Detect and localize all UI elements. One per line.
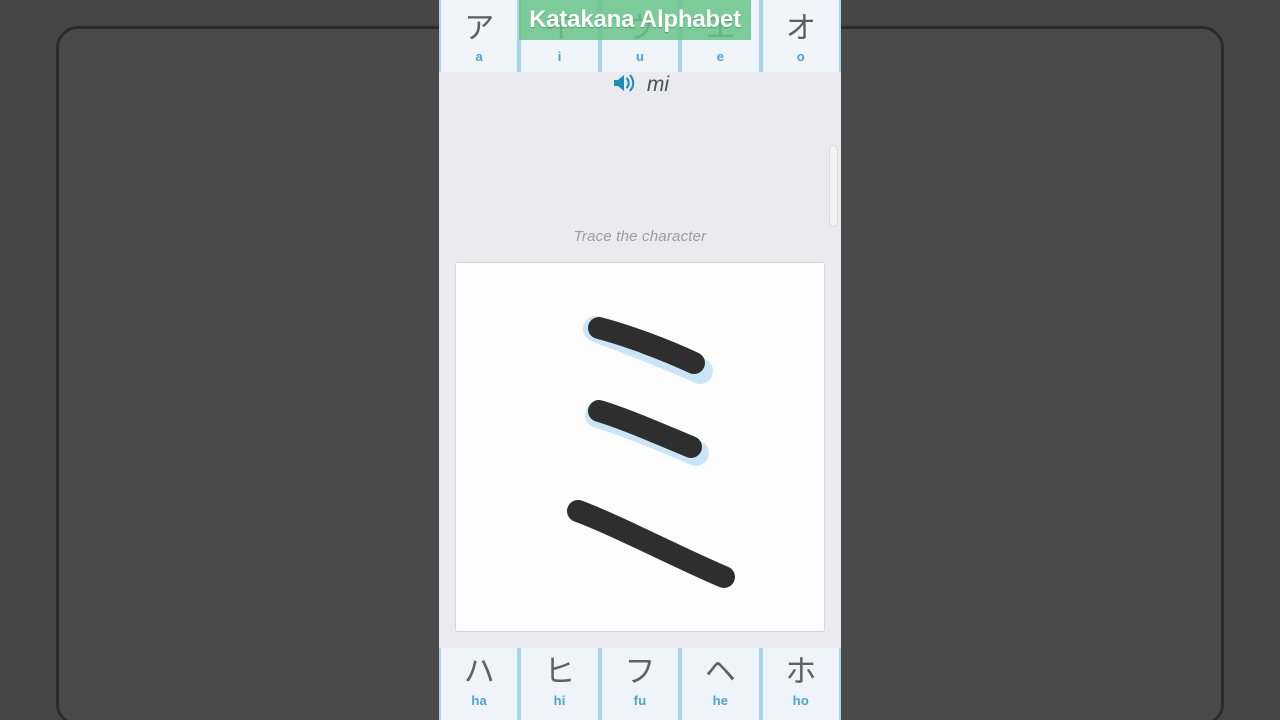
trace-instruction: Trace the character: [573, 228, 707, 245]
kana-glyph: ヘ: [704, 653, 736, 690]
kana-cell-he[interactable]: ヘ he: [680, 648, 761, 720]
speaker-volume-icon[interactable]: [611, 72, 637, 99]
kana-glyph: フ: [624, 653, 656, 690]
kana-glyph: ホ: [785, 653, 817, 690]
kana-cell-ho[interactable]: ホ ho: [760, 648, 841, 720]
kana-glyph: ハ: [463, 653, 495, 690]
kana-romaji: o: [796, 49, 805, 64]
kana-row-h[interactable]: ハ ha ヒ hi フ fu ヘ he ホ ho: [439, 648, 841, 720]
reading-row: mi: [439, 69, 841, 101]
kana-glyph: ア: [464, 11, 495, 46]
vertical-scrollbar[interactable]: [829, 100, 840, 640]
tracing-canvas[interactable]: [455, 262, 825, 632]
phone-screen: ア a イ i ウ u エ e オ o: [439, 0, 841, 720]
overlay-title-text: Katakana Alphabet: [529, 6, 741, 33]
kana-cell-a[interactable]: ア a: [439, 0, 520, 72]
kana-romaji: hi: [553, 692, 566, 708]
kana-cell-o[interactable]: オ o: [760, 0, 841, 72]
kana-romaji: fu: [633, 692, 647, 708]
kana-romaji: a: [475, 49, 483, 64]
kana-romaji: ha: [471, 692, 487, 708]
kana-cell-hi[interactable]: ヒ hi: [519, 648, 600, 720]
kana-romaji: u: [635, 49, 645, 64]
kana-glyph: オ: [785, 11, 816, 46]
kana-romaji: he: [712, 692, 729, 708]
reading-romaji: mi: [646, 73, 670, 96]
kana-romaji: e: [716, 49, 725, 64]
kana-cell-fu[interactable]: フ fu: [599, 648, 681, 720]
kana-romaji: i: [557, 49, 562, 64]
kana-romaji: ho: [792, 692, 809, 708]
overlay-title-banner: Katakana Alphabet: [519, 0, 751, 40]
kana-glyph: ヒ: [544, 653, 576, 690]
scrollbar-thumb[interactable]: [829, 145, 838, 227]
screenshot-stage: ア a イ i ウ u エ e オ o: [0, 0, 1280, 720]
kana-cell-ha[interactable]: ハ ha: [439, 648, 520, 720]
